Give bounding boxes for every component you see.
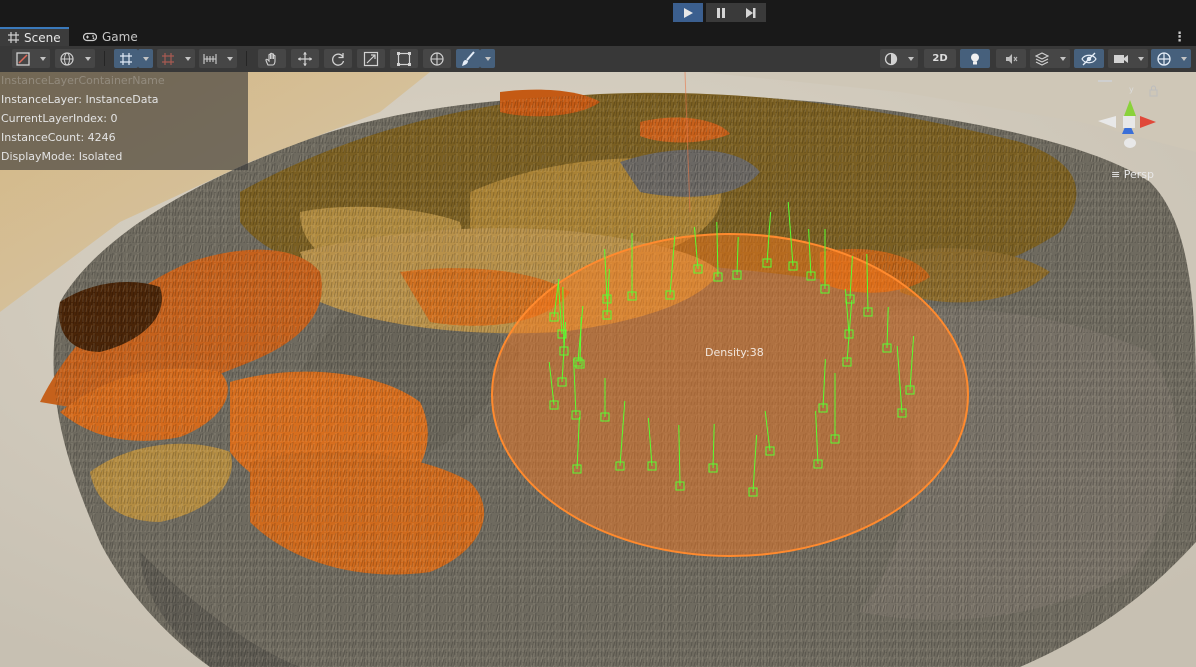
grid-snap-button[interactable]	[114, 49, 138, 68]
play-button[interactable]	[673, 3, 703, 22]
brush-tool-dropdown[interactable]	[480, 49, 495, 68]
scale-tool-button[interactable]	[357, 49, 385, 68]
lock-icon[interactable]	[1149, 85, 1158, 97]
step-button[interactable]	[736, 3, 766, 22]
move-tool-button[interactable]	[291, 49, 319, 68]
overlay-value: InstanceData	[85, 93, 159, 106]
overlay-key: InstanceCount	[1, 131, 81, 144]
visibility-icon	[1081, 52, 1097, 65]
brush-area-circle	[491, 233, 969, 557]
overlay-display-mode: DisplayMode: Isolated	[1, 150, 123, 163]
pause-icon	[717, 7, 725, 18]
shading-mode-icon	[884, 52, 898, 65]
audio-icon	[1006, 53, 1018, 64]
overlay-value: 4246	[87, 131, 116, 144]
window-tab-bar: Scene Game ⋮	[0, 27, 1196, 46]
increment-snap-dropdown[interactable]	[157, 49, 195, 68]
overlay-instance-count: InstanceCount: 4246	[1, 131, 116, 144]
increment-snap-icon	[162, 52, 174, 65]
overlay-instance-layer: InstanceLayer: InstanceData	[1, 93, 159, 106]
gizmo-center[interactable]	[1123, 116, 1135, 128]
brush-icon	[462, 50, 475, 66]
gizmo-neg-y-axis[interactable]	[1124, 138, 1136, 148]
scene-visibility-toggle[interactable]	[1074, 49, 1104, 68]
grid-snap-icon	[120, 52, 132, 65]
overlay-key: InstanceLayer	[1, 93, 79, 106]
rotate-icon	[332, 52, 345, 66]
tab-game-label: Game	[102, 29, 138, 44]
overlay-current-layer-index: CurrentLayerIndex: 0	[1, 112, 118, 125]
audio-toggle-button[interactable]	[996, 49, 1026, 68]
tab-game[interactable]: Game	[75, 27, 146, 46]
rect-tool-button[interactable]	[390, 49, 418, 68]
hand-icon	[265, 52, 276, 66]
ruler-icon	[203, 53, 217, 64]
gizmo-y-axis[interactable]	[1124, 100, 1136, 116]
tab-scene[interactable]: Scene	[0, 27, 69, 46]
projection-label-text: Persp	[1123, 168, 1154, 181]
camera-settings-dropdown[interactable]	[1108, 49, 1148, 68]
rect-icon	[397, 51, 411, 66]
effects-dropdown[interactable]	[1030, 49, 1070, 68]
instance-debug-overlay: InstanceLayerContainerName InstanceLayer…	[0, 72, 248, 170]
step-icon	[746, 7, 756, 18]
global-local-dropdown[interactable]	[55, 49, 95, 68]
overlay-value: Isolated	[78, 150, 123, 163]
toolbar-separator	[246, 51, 247, 66]
shading-mode-dropdown[interactable]	[880, 49, 918, 68]
scene-viewport[interactable]: InstanceLayerContainerName InstanceLayer…	[0, 72, 1196, 667]
effects-icon	[1035, 51, 1049, 66]
gizmo-x-axis[interactable]	[1140, 116, 1156, 128]
overlay-key: DisplayMode	[1, 150, 72, 163]
grid-snap-dropdown[interactable]	[138, 49, 153, 68]
overlay-value: 0	[110, 112, 118, 125]
more-options-icon[interactable]: ⋮	[1173, 30, 1186, 45]
overlay-container-name: InstanceLayerContainerName	[1, 74, 165, 87]
gamepad-icon	[83, 32, 97, 41]
draw-mode-dropdown[interactable]	[12, 49, 50, 68]
gizmo-neg-x-axis[interactable]	[1098, 116, 1116, 128]
brush-tool-button[interactable]	[456, 49, 480, 68]
rotate-tool-button[interactable]	[324, 49, 352, 68]
toolbar-separator	[104, 51, 105, 66]
move-icon	[298, 51, 312, 66]
lighting-icon	[971, 53, 979, 64]
play-controls-bar	[0, 0, 1196, 27]
gizmos-dropdown[interactable]	[1151, 49, 1191, 68]
brush-density-label: Density:38	[705, 346, 764, 359]
transform-icon	[430, 51, 444, 66]
projection-label[interactable]: ≡ Persp	[1111, 168, 1154, 181]
overlay-key: CurrentLayerIndex	[1, 112, 104, 125]
tab-scene-label: Scene	[24, 30, 61, 45]
ruler-dropdown[interactable]	[199, 49, 237, 68]
play-icon	[684, 7, 693, 18]
scene-toolbar: 2D	[0, 46, 1196, 73]
gizmos-icon	[1157, 51, 1171, 66]
2d-toggle-label: 2D	[932, 53, 948, 64]
transform-tool-button[interactable]	[423, 49, 451, 68]
grid-icon	[8, 32, 19, 43]
camera-icon	[1114, 54, 1128, 63]
gizmo-y-label: y	[1129, 85, 1134, 94]
draw-mode-icon	[16, 51, 30, 66]
scale-icon	[363, 51, 379, 66]
hand-tool-button[interactable]	[258, 49, 286, 68]
2d-toggle-button[interactable]: 2D	[924, 49, 956, 68]
globe-icon	[60, 51, 74, 66]
lighting-toggle-button[interactable]	[960, 49, 990, 68]
pause-button[interactable]	[706, 3, 736, 22]
